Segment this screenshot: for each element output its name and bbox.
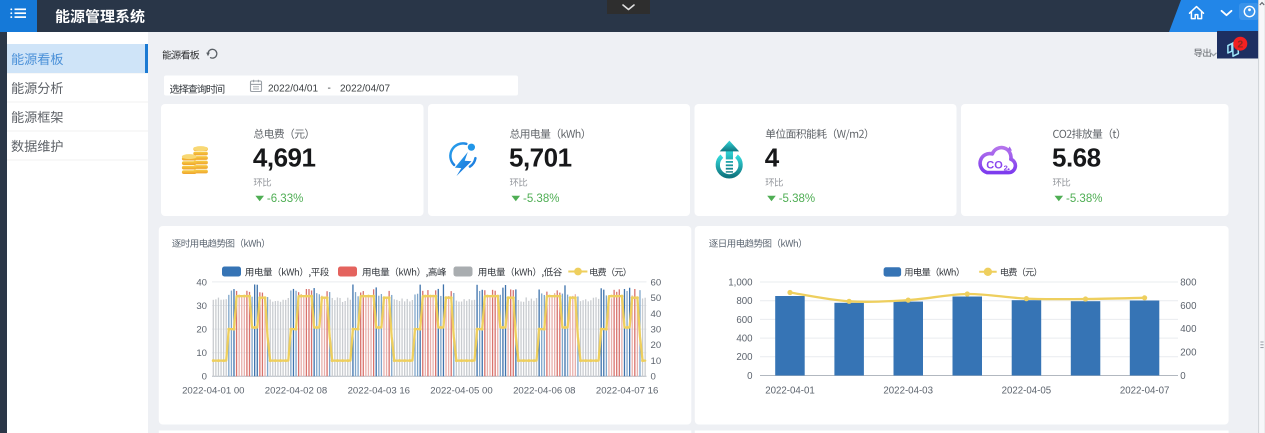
svg-text:10: 10 — [651, 356, 662, 367]
svg-text:2022-04-03 16: 2022-04-03 16 — [348, 385, 410, 396]
svg-text:50: 50 — [651, 293, 662, 304]
svg-text:2022-04-05: 2022-04-05 — [1002, 385, 1052, 396]
svg-text:2022-04-01: 2022-04-01 — [765, 385, 815, 396]
svg-text:20: 20 — [651, 340, 662, 351]
svg-text:2022-04-07 16: 2022-04-07 16 — [596, 385, 658, 396]
svg-text:-5.38%: -5.38% — [1066, 193, 1102, 205]
svg-text:800: 800 — [736, 296, 753, 307]
svg-text:60: 60 — [651, 277, 662, 288]
svg-text:4: 4 — [765, 143, 780, 173]
svg-text:0: 0 — [651, 372, 656, 383]
svg-text:40: 40 — [196, 277, 207, 288]
svg-text:30: 30 — [196, 301, 207, 312]
svg-text:4,691: 4,691 — [253, 143, 316, 173]
svg-text:800: 800 — [1180, 277, 1197, 288]
svg-text:2022-04-02 08: 2022-04-02 08 — [265, 385, 327, 396]
svg-text:400: 400 — [1180, 324, 1197, 335]
svg-text:600: 600 — [736, 315, 753, 326]
svg-text:20: 20 — [196, 325, 207, 336]
svg-text:5,701: 5,701 — [509, 143, 572, 173]
svg-text:-: - — [328, 83, 331, 94]
svg-text:2022-04-05 00: 2022-04-05 00 — [430, 385, 492, 396]
svg-text:200: 200 — [736, 352, 753, 363]
svg-text:2022-04-07: 2022-04-07 — [1120, 385, 1170, 396]
svg-text:-5.38%: -5.38% — [523, 193, 559, 205]
svg-text:0: 0 — [202, 372, 207, 383]
svg-text:1,000: 1,000 — [728, 277, 753, 288]
svg-text:2022/04/07: 2022/04/07 — [340, 83, 390, 94]
svg-text:-6.33%: -6.33% — [267, 193, 303, 205]
svg-text:0: 0 — [1180, 371, 1186, 382]
svg-text:2: 2 — [1237, 39, 1243, 51]
svg-text:2022-04-06 08: 2022-04-06 08 — [513, 385, 575, 396]
svg-text:600: 600 — [1180, 301, 1197, 312]
svg-text:400: 400 — [736, 334, 753, 345]
svg-text:200: 200 — [1180, 348, 1197, 359]
svg-text:-5.38%: -5.38% — [779, 193, 815, 205]
svg-text:2022/04/01: 2022/04/01 — [268, 83, 318, 94]
svg-text:0: 0 — [747, 371, 753, 382]
svg-text:CO: CO — [986, 160, 1003, 172]
svg-text:2: 2 — [1004, 164, 1008, 173]
svg-text:2022-04-01 00: 2022-04-01 00 — [182, 385, 244, 396]
svg-text:30: 30 — [651, 325, 662, 336]
svg-text:10: 10 — [196, 348, 207, 359]
svg-text:5.68: 5.68 — [1052, 143, 1101, 173]
svg-text:40: 40 — [651, 309, 662, 320]
svg-text:2022-04-03: 2022-04-03 — [883, 385, 933, 396]
